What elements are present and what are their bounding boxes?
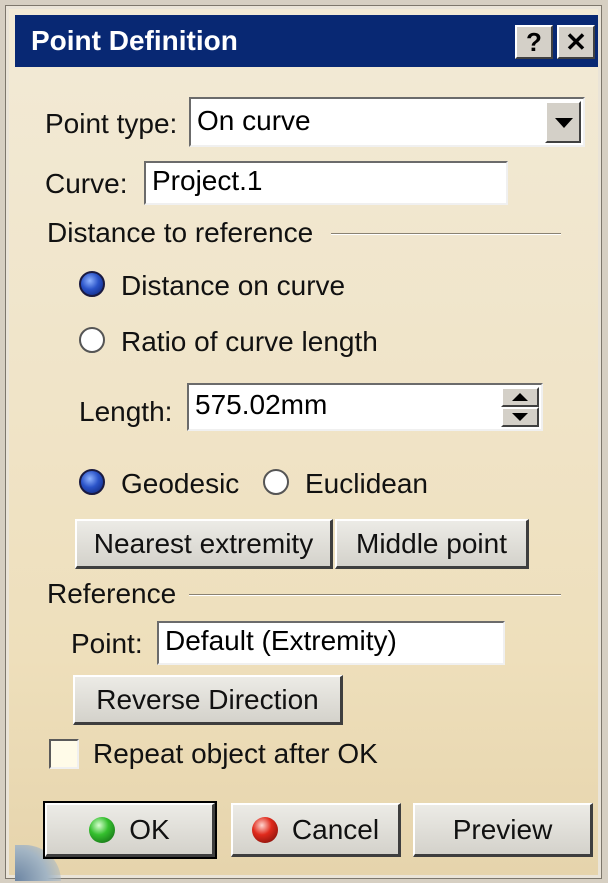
reverse-direction-button[interactable]: Reverse Direction [73, 675, 343, 725]
cancel-button[interactable]: Cancel [231, 803, 401, 857]
spin-down-icon[interactable] [501, 407, 539, 427]
geodesic-radio[interactable] [79, 469, 105, 495]
length-value: 575.02mm [195, 389, 328, 420]
reference-point-label: Point: [71, 628, 143, 659]
reference-point-field[interactable]: Default (Extremity) [157, 621, 505, 665]
length-field[interactable]: 575.02mm [187, 383, 543, 431]
green-ball-icon [89, 816, 116, 843]
help-button[interactable]: ? [515, 25, 553, 59]
distance-on-curve-label[interactable]: Distance on curve [121, 269, 345, 303]
point-type-value: On curve [197, 105, 311, 136]
point-type-label: Point type: [45, 108, 178, 139]
length-label: Length: [79, 396, 173, 427]
euclidean-label[interactable]: Euclidean [305, 467, 428, 501]
nearest-extremity-button[interactable]: Nearest extremity [75, 519, 333, 569]
curve-label: Curve: [45, 168, 128, 199]
point-type-dropdown[interactable]: On curve [189, 97, 585, 147]
length-spinner[interactable] [501, 387, 539, 427]
ratio-of-curve-length-radio[interactable] [79, 327, 105, 353]
distance-group-divider [331, 233, 561, 235]
ok-label: OK [129, 813, 170, 845]
curve-field[interactable]: Project.1 [144, 161, 508, 205]
middle-point-button[interactable]: Middle point [335, 519, 529, 569]
dialog-title: Point Definition [31, 25, 238, 56]
preview-button[interactable]: Preview [413, 803, 593, 857]
red-ball-icon [251, 816, 278, 843]
cancel-label: Cancel [291, 813, 380, 845]
distance-on-curve-radio[interactable] [79, 271, 105, 297]
reference-group-divider [189, 594, 561, 596]
geodesic-label[interactable]: Geodesic [121, 467, 239, 501]
close-button[interactable]: ✕ [557, 25, 595, 59]
distance-group-title: Distance to reference [47, 217, 314, 248]
ratio-of-curve-length-label[interactable]: Ratio of curve length [121, 325, 378, 359]
reference-group-title: Reference [47, 578, 177, 609]
chevron-down-icon[interactable] [545, 101, 581, 143]
title-bar[interactable]: Point Definition ? ✕ [15, 15, 598, 67]
point-definition-dialog: Point Definition ? ✕ Point type: On curv… [5, 5, 602, 881]
euclidean-radio[interactable] [263, 469, 289, 495]
repeat-object-checkbox[interactable] [49, 739, 79, 769]
ok-button[interactable]: OK [43, 801, 217, 859]
spin-up-icon[interactable] [501, 387, 539, 407]
repeat-object-label[interactable]: Repeat object after OK [93, 737, 378, 771]
